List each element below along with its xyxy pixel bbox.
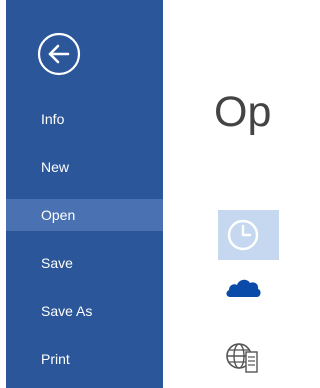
- nav-item-info[interactable]: Info: [6, 103, 163, 135]
- location-web[interactable]: [218, 332, 279, 382]
- nav-item-label: Save As: [41, 303, 93, 319]
- nav-item-open[interactable]: Open: [6, 199, 163, 231]
- nav-item-label: Save: [41, 255, 73, 271]
- back-arrow-icon: [37, 32, 81, 76]
- nav-item-new[interactable]: New: [6, 151, 163, 183]
- globe-server-icon: [224, 338, 262, 376]
- nav-item-label: Open: [41, 207, 76, 223]
- nav-item-label: New: [41, 159, 70, 175]
- back-button[interactable]: [36, 31, 82, 77]
- location-onedrive[interactable]: [218, 261, 279, 311]
- clock-icon: [224, 216, 262, 254]
- location-recent[interactable]: [218, 210, 279, 260]
- page-title: Op: [214, 88, 272, 136]
- backstage-sidebar: Info New Open Save Save As Print: [6, 0, 163, 388]
- main-content: [163, 0, 279, 388]
- nav-item-label: Print: [41, 351, 70, 367]
- onedrive-cloud-icon: [224, 267, 262, 305]
- nav-item-label: Info: [41, 111, 65, 127]
- nav-item-print[interactable]: Print: [6, 343, 163, 375]
- nav-item-save-as[interactable]: Save As: [6, 295, 163, 327]
- nav-item-save[interactable]: Save: [6, 247, 163, 279]
